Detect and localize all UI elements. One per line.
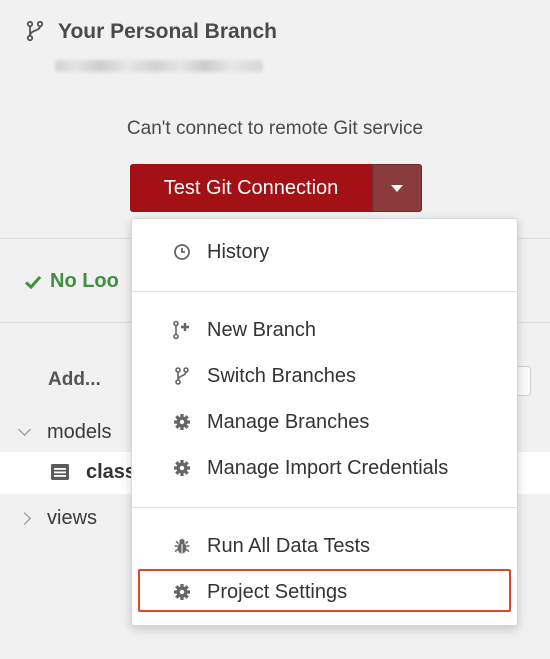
menu-item-run-all-data-tests[interactable]: Run All Data Tests [132,526,519,566]
menu-item-new-branch[interactable]: New Branch [132,310,519,350]
menu-item-label: History [207,240,270,263]
menu-item-label: New Branch [207,318,316,341]
redacted-branch-name [55,60,263,72]
gear-icon [172,458,192,478]
connection-error-message: Can't connect to remote Git service [126,118,424,139]
git-branch-icon [172,366,192,386]
add-label[interactable]: Add... [48,369,101,391]
menu-item-manage-branches[interactable]: Manage Branches [132,402,519,442]
git-actions-menu: History New Branch Switch Branches Manag… [131,218,518,626]
status-ok-row: No Loo [24,270,119,293]
git-actions-dropdown-toggle[interactable] [372,164,422,212]
chevron-right-icon [18,511,31,525]
menu-item-switch-branches[interactable]: Switch Branches [132,356,519,396]
tree-file-label: class [86,461,137,483]
tree-folder-label: models [47,420,112,443]
gear-icon [172,412,192,432]
menu-divider [132,291,517,292]
tree-folder-label: views [47,506,98,529]
project-settings-highlight [138,569,511,612]
status-ok-label: No Loo [50,270,119,292]
menu-item-manage-import-credentials[interactable]: Manage Import Credentials [132,448,519,488]
document-icon [51,464,69,480]
checkmark-icon [24,275,42,289]
menu-item-history[interactable]: History [132,232,519,272]
branch-title: Your Personal Branch [58,20,278,43]
menu-item-label: Run All Data Tests [207,534,371,557]
menu-item-label: Manage Import Credentials [207,456,449,479]
git-branch-icon [26,20,44,42]
chevron-down-icon [18,422,31,436]
menu-item-label: Switch Branches [207,364,356,387]
menu-item-label: Manage Branches [207,410,370,433]
bug-icon [172,536,192,556]
caret-down-icon [391,184,403,192]
menu-divider [132,507,517,508]
new-branch-icon [172,320,192,340]
test-git-connection-button[interactable]: Test Git Connection [130,164,372,212]
clock-icon [172,242,192,262]
